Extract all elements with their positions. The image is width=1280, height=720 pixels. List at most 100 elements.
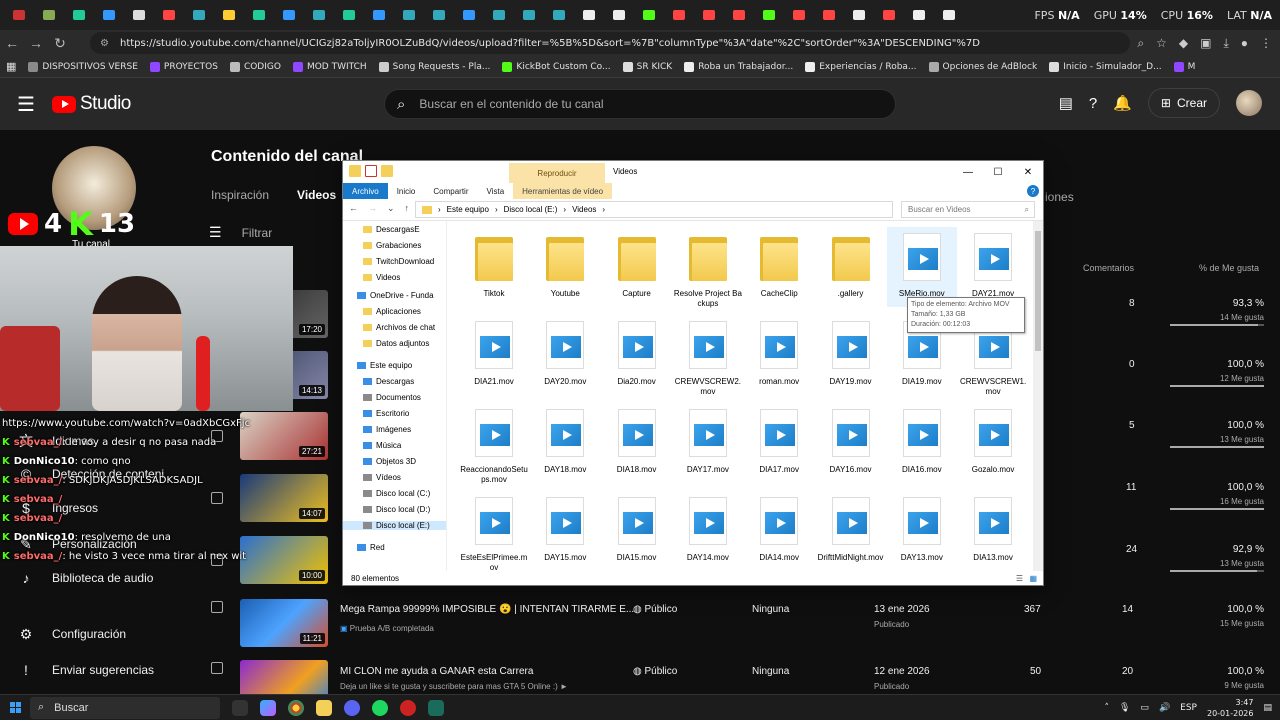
bookmark-item[interactable]: Roba un Trabajador...	[684, 61, 793, 72]
nav-item[interactable]: Red	[357, 543, 385, 552]
nav-item[interactable]: Disco local (E:)	[343, 521, 446, 530]
video-file-item[interactable]: DAY18.mov	[530, 403, 600, 483]
video-file-item[interactable]: DAY21.mov	[958, 227, 1028, 307]
video-file-item[interactable]: Dia20.mov	[602, 315, 672, 395]
browser-tab[interactable]	[874, 0, 904, 30]
bookmark-item[interactable]: Opciones de AdBlock	[928, 61, 1037, 72]
video-file-item[interactable]: DIA17.mov	[744, 403, 814, 483]
vertical-scrollbar[interactable]	[1033, 221, 1043, 571]
browser-tab[interactable]	[694, 0, 724, 30]
apps-grid-icon[interactable]: ▦	[6, 60, 16, 73]
discord-icon[interactable]	[344, 699, 360, 716]
bookmark-star-icon[interactable]: ☆	[1156, 36, 1167, 50]
browser-tab[interactable]	[604, 0, 634, 30]
taskbar-search[interactable]: ⌕ Buscar	[30, 696, 220, 719]
extension-icon[interactable]: ◆	[1179, 36, 1188, 50]
ribbon-tab-view[interactable]: Vista	[478, 183, 514, 199]
browser-tab[interactable]	[334, 0, 364, 30]
recent-chevron-icon[interactable]: ⌄	[387, 203, 395, 214]
visibility-cell[interactable]: ◍ Público	[633, 604, 677, 615]
context-tab-play[interactable]: Reproducir	[509, 163, 605, 183]
properties-icon[interactable]	[365, 165, 377, 177]
folder-item[interactable]: Youtube	[530, 227, 600, 307]
breadcrumb-videos[interactable]: Videos	[572, 205, 596, 214]
browser-tab[interactable]	[124, 0, 154, 30]
video-file-item[interactable]: DAY17.mov	[673, 403, 743, 483]
task-view-icon[interactable]	[232, 699, 248, 716]
studio-logo[interactable]: Studio	[52, 93, 131, 115]
browser-tab[interactable]	[724, 0, 754, 30]
minimize-icon[interactable]: —	[953, 161, 983, 183]
url-field[interactable]: ⚙ https://studio.youtube.com/channel/UCI…	[90, 32, 1130, 54]
bookmark-item[interactable]: CODIGO	[229, 61, 281, 72]
video-file-item[interactable]: Gozalo.mov	[958, 403, 1028, 483]
video-file-item[interactable]: DIA13.mov	[958, 491, 1028, 571]
video-file-item[interactable]: DIA18.mov	[602, 403, 672, 483]
browser-tab[interactable]	[664, 0, 694, 30]
row-checkbox[interactable]	[211, 662, 223, 674]
file-explorer-icon[interactable]	[316, 699, 332, 716]
nav-item[interactable]: OneDrive - Funda	[357, 291, 434, 300]
video-thumbnail[interactable]: 14:07	[240, 474, 328, 522]
ribbon-tab-share[interactable]: Compartir	[424, 183, 477, 199]
network-icon[interactable]: ▭	[1140, 703, 1149, 713]
hamburger-menu-icon[interactable]: ☰	[0, 92, 52, 117]
visibility-cell[interactable]: ◍ Público	[633, 666, 677, 677]
extensions-puzzle-icon[interactable]: ▣	[1200, 36, 1211, 50]
video-file-item[interactable]: EsteEsElPrimee.mov	[459, 491, 529, 572]
clock[interactable]: 3:47 20-01-2026	[1207, 697, 1254, 719]
copilot-icon[interactable]	[260, 699, 276, 716]
video-file-item[interactable]: DAY13.mov	[887, 491, 957, 571]
video-file-item[interactable]: DAY20.mov	[530, 315, 600, 395]
browser-tab[interactable]	[904, 0, 934, 30]
ribbon-tab-file[interactable]: Archivo	[343, 183, 388, 199]
browser-tab[interactable]	[754, 0, 784, 30]
explorer-search-input[interactable]: Buscar en Videos ⌕	[901, 201, 1035, 218]
nav-item[interactable]: Objetos 3D	[363, 457, 416, 466]
nav-item[interactable]: Descargas	[363, 377, 414, 386]
forward-icon[interactable]: →	[368, 203, 377, 214]
sidebar-item-settings[interactable]: ⚙ Configuración	[0, 616, 200, 652]
notifications-bell-icon[interactable]: 🔔	[1113, 94, 1132, 112]
volume-icon[interactable]: 🔊	[1159, 703, 1170, 713]
folder-item[interactable]: .gallery	[816, 227, 886, 307]
nav-item[interactable]: DescargasE	[363, 225, 420, 234]
tray-chevron-icon[interactable]: ˄	[1104, 703, 1109, 713]
video-title[interactable]: MI CLON me ayuda a GANAR esta Carrera	[340, 666, 533, 677]
browser-tab[interactable]	[514, 0, 544, 30]
back-icon[interactable]: ←	[0, 31, 24, 55]
forward-icon[interactable]: →	[24, 31, 48, 55]
browser-tab[interactable]	[424, 0, 454, 30]
channel-search-input[interactable]: ⌕ Buscar en el contenido de tu canal	[384, 89, 896, 119]
browser-tab[interactable]	[94, 0, 124, 30]
browser-tab[interactable]	[244, 0, 274, 30]
video-file-item[interactable]: DIA15.mov	[602, 491, 672, 571]
video-file-item[interactable]: DrifttMidNight.mov	[816, 491, 886, 571]
nav-item[interactable]: Este equipo	[357, 361, 412, 370]
video-thumbnail[interactable]: 11:21	[240, 599, 328, 647]
breadcrumb-drive-e[interactable]: Disco local (E:)	[504, 205, 558, 214]
bookmark-item[interactable]: Inicio - Simulador_D...	[1049, 61, 1162, 72]
folder-item[interactable]: CacheClip	[744, 227, 814, 307]
help-icon[interactable]: ?	[1027, 185, 1039, 197]
nav-item[interactable]: Aplicaciones	[363, 307, 421, 316]
nav-item[interactable]: Música	[363, 441, 401, 450]
menu-icon[interactable]: ⋮	[1260, 36, 1272, 50]
video-file-item[interactable]: ReaccionandoSetups.mov	[459, 403, 529, 484]
nav-item[interactable]: Archivos de chat	[363, 323, 435, 332]
browser-tab[interactable]	[634, 0, 664, 30]
ribbon-tab-video-tools[interactable]: Herramientas de vídeo	[513, 183, 613, 199]
browser-tab[interactable]	[394, 0, 424, 30]
nav-item[interactable]: Escritorio	[363, 409, 409, 418]
nav-item[interactable]: Vídeos	[363, 473, 401, 482]
folder-item[interactable]: Capture	[602, 227, 672, 307]
explorer-path-bar[interactable]: › Este equipo › Disco local (E:) › Video…	[415, 201, 893, 218]
browser-tab[interactable]	[814, 0, 844, 30]
app-icon[interactable]	[428, 699, 444, 716]
nav-item[interactable]: Disco local (C:)	[363, 489, 430, 498]
tab-inspiration[interactable]: Inspiración	[211, 188, 269, 202]
browser-tab[interactable]	[934, 0, 964, 30]
bookmark-item[interactable]: MOD TWITCH	[292, 61, 367, 72]
maximize-icon[interactable]: ☐	[983, 161, 1013, 183]
notification-center-icon[interactable]: ▤	[1263, 703, 1272, 713]
